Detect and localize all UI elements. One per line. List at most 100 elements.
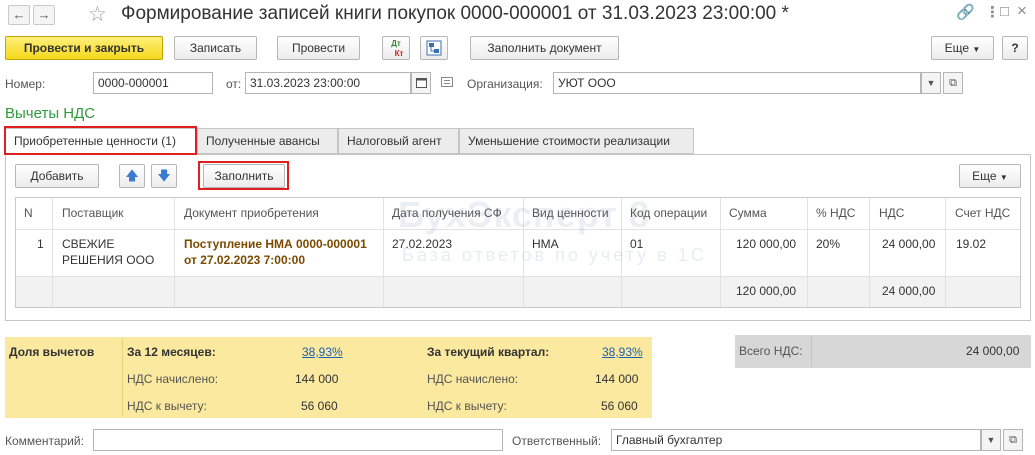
document-cell-line2[interactable]: от 27.02.2023 7:00:00 xyxy=(184,253,305,267)
open-icon: ⧉ xyxy=(949,77,957,89)
table-more-label: Еще xyxy=(972,169,997,183)
column-header-vat-rate[interactable]: % НДС xyxy=(816,206,855,220)
open-icon: ⧉ xyxy=(1009,434,1017,446)
forward-button[interactable]: → xyxy=(33,5,55,25)
move-down-button[interactable]: 🡇 xyxy=(151,164,177,188)
supplier-cell-line2[interactable]: РЕШЕНИЯ ООО xyxy=(62,253,154,267)
op-code-cell[interactable]: 01 xyxy=(630,237,643,251)
highlight-frame xyxy=(4,126,197,155)
column-header-asset-type[interactable]: Вид ценности xyxy=(532,206,609,220)
structure-icon xyxy=(426,40,442,56)
total-vat-value: 24 000,00 xyxy=(966,344,1020,358)
total-sum: 120 000,00 xyxy=(736,284,797,298)
calendar-button[interactable] xyxy=(411,72,431,94)
vat-deduct-label-q: НДС к вычету: xyxy=(427,399,507,413)
vat-charged-label-q: НДС начислено: xyxy=(427,372,519,386)
table-more-button[interactable]: Еще ▼ xyxy=(959,164,1021,188)
responsible-open-button[interactable]: ⧉ xyxy=(1003,429,1023,451)
save-button[interactable]: Записать xyxy=(174,36,257,60)
vat-deduct-q: 56 060 xyxy=(601,399,638,413)
column-header-n[interactable]: N xyxy=(24,206,33,220)
column-divider xyxy=(945,198,946,307)
responsible-dropdown-button[interactable]: ▼ xyxy=(981,429,1001,451)
organization-label: Организация: xyxy=(467,77,543,91)
arrow-up-icon: 🡅 xyxy=(125,168,139,183)
highlight-frame xyxy=(198,161,289,190)
more-label: Еще xyxy=(944,41,970,55)
vat-account-cell[interactable]: 19.02 xyxy=(956,237,986,251)
dt-label: Дт xyxy=(391,39,401,48)
column-divider xyxy=(174,198,175,307)
comment-field[interactable] xyxy=(93,429,503,451)
vat-rate-cell[interactable]: 20% xyxy=(816,237,840,251)
tab-tax-agent[interactable]: Налоговый агент xyxy=(338,128,459,154)
document-cell-line1[interactable]: Поступление НМА 0000-000001 xyxy=(184,237,367,251)
number-label: Номер: xyxy=(5,77,46,91)
vat-deduct-12: 56 060 xyxy=(301,399,338,413)
row-number: 1 xyxy=(37,237,44,251)
responsible-field[interactable]: Главный бухгалтер xyxy=(611,429,981,451)
column-divider xyxy=(720,198,721,307)
supplier-cell-line1[interactable]: СВЕЖИЕ xyxy=(62,237,114,251)
column-header-vat[interactable]: НДС xyxy=(879,206,904,220)
vat-cell[interactable]: 24 000,00 xyxy=(882,237,935,251)
more-button[interactable]: Еще ▼ xyxy=(931,36,994,60)
vat-charged-label-12: НДС начислено: xyxy=(127,372,219,386)
invoice-date-cell[interactable]: 27.02.2023 xyxy=(392,237,452,251)
chevron-down-icon: ▼ xyxy=(926,78,936,88)
panel-divider xyxy=(122,339,123,416)
fill-document-button[interactable]: Заполнить документ xyxy=(470,36,619,60)
period-12-label: За 12 месяцев: xyxy=(127,345,216,359)
chevron-down-icon: ▼ xyxy=(986,435,996,445)
add-button[interactable]: Добавить xyxy=(15,164,99,188)
column-header-sum[interactable]: Сумма xyxy=(729,206,767,220)
column-header-op-code[interactable]: Код операции xyxy=(630,206,707,220)
structure-button[interactable] xyxy=(420,36,448,60)
favorite-star-icon[interactable]: ☆ xyxy=(88,2,107,27)
post-and-close-button[interactable]: Провести и закрыть xyxy=(5,36,163,60)
column-header-document[interactable]: Документ приобретения xyxy=(184,206,319,220)
more-menu-icon[interactable]: ⋮ xyxy=(985,3,1000,21)
close-icon[interactable]: × xyxy=(1017,1,1027,21)
link-icon[interactable]: 🔗 xyxy=(956,3,975,21)
column-divider xyxy=(807,198,808,307)
sum-cell[interactable]: 120 000,00 xyxy=(736,237,796,251)
organization-dropdown-button[interactable]: ▼ xyxy=(921,72,941,94)
column-divider xyxy=(383,198,384,307)
section-title: Вычеты НДС xyxy=(5,105,96,122)
vat-deduct-label-12: НДС к вычету: xyxy=(127,399,207,413)
date-field[interactable]: 31.03.2023 23:00:00 xyxy=(245,72,411,94)
column-header-supplier[interactable]: Поставщик xyxy=(62,206,124,220)
responsible-label: Ответственный: xyxy=(512,434,602,448)
organization-field[interactable]: УЮТ ООО xyxy=(553,72,921,94)
calendar-icon xyxy=(415,78,427,88)
arrow-down-icon: 🡇 xyxy=(157,168,171,183)
date-label: от: xyxy=(226,77,242,91)
move-up-button[interactable]: 🡅 xyxy=(119,164,145,188)
document-icon xyxy=(441,77,453,87)
column-header-vat-account[interactable]: Счет НДС xyxy=(955,206,1010,220)
asset-type-cell[interactable]: НМА xyxy=(532,237,559,251)
tab-reduction-of-sales-cost[interactable]: Уменьшение стоимости реализации xyxy=(459,128,694,154)
post-button[interactable]: Провести xyxy=(277,36,360,60)
column-header-invoice-date[interactable]: Дата получения СФ xyxy=(392,206,502,220)
organization-open-button[interactable]: ⧉ xyxy=(943,72,963,94)
total-vat-label: Всего НДС: xyxy=(739,344,803,358)
back-button[interactable]: ← xyxy=(8,5,30,25)
page-title: Формирование записей книги покупок 0000-… xyxy=(121,3,789,24)
arrow-left-icon: ← xyxy=(12,7,26,22)
help-button[interactable]: ? xyxy=(1002,36,1028,60)
vat-charged-12: 144 000 xyxy=(295,372,339,386)
dt-kt-button[interactable]: Дт Кт xyxy=(382,36,410,60)
maximize-icon[interactable]: □ xyxy=(1000,3,1009,20)
number-field[interactable]: 0000-000001 xyxy=(93,72,213,94)
quarter-label: За текущий квартал: xyxy=(427,345,550,359)
quarter-link[interactable]: 38,93% xyxy=(602,345,643,359)
period-12-link[interactable]: 38,93% xyxy=(302,345,343,359)
column-divider xyxy=(869,198,870,307)
tab-received-advances[interactable]: Полученные авансы xyxy=(197,128,338,154)
comment-label: Комментарий: xyxy=(5,434,84,448)
dropdown-arrow-icon: ▼ xyxy=(972,45,981,54)
arrow-right-icon: → xyxy=(37,7,51,22)
kt-label: Кт xyxy=(394,49,404,58)
